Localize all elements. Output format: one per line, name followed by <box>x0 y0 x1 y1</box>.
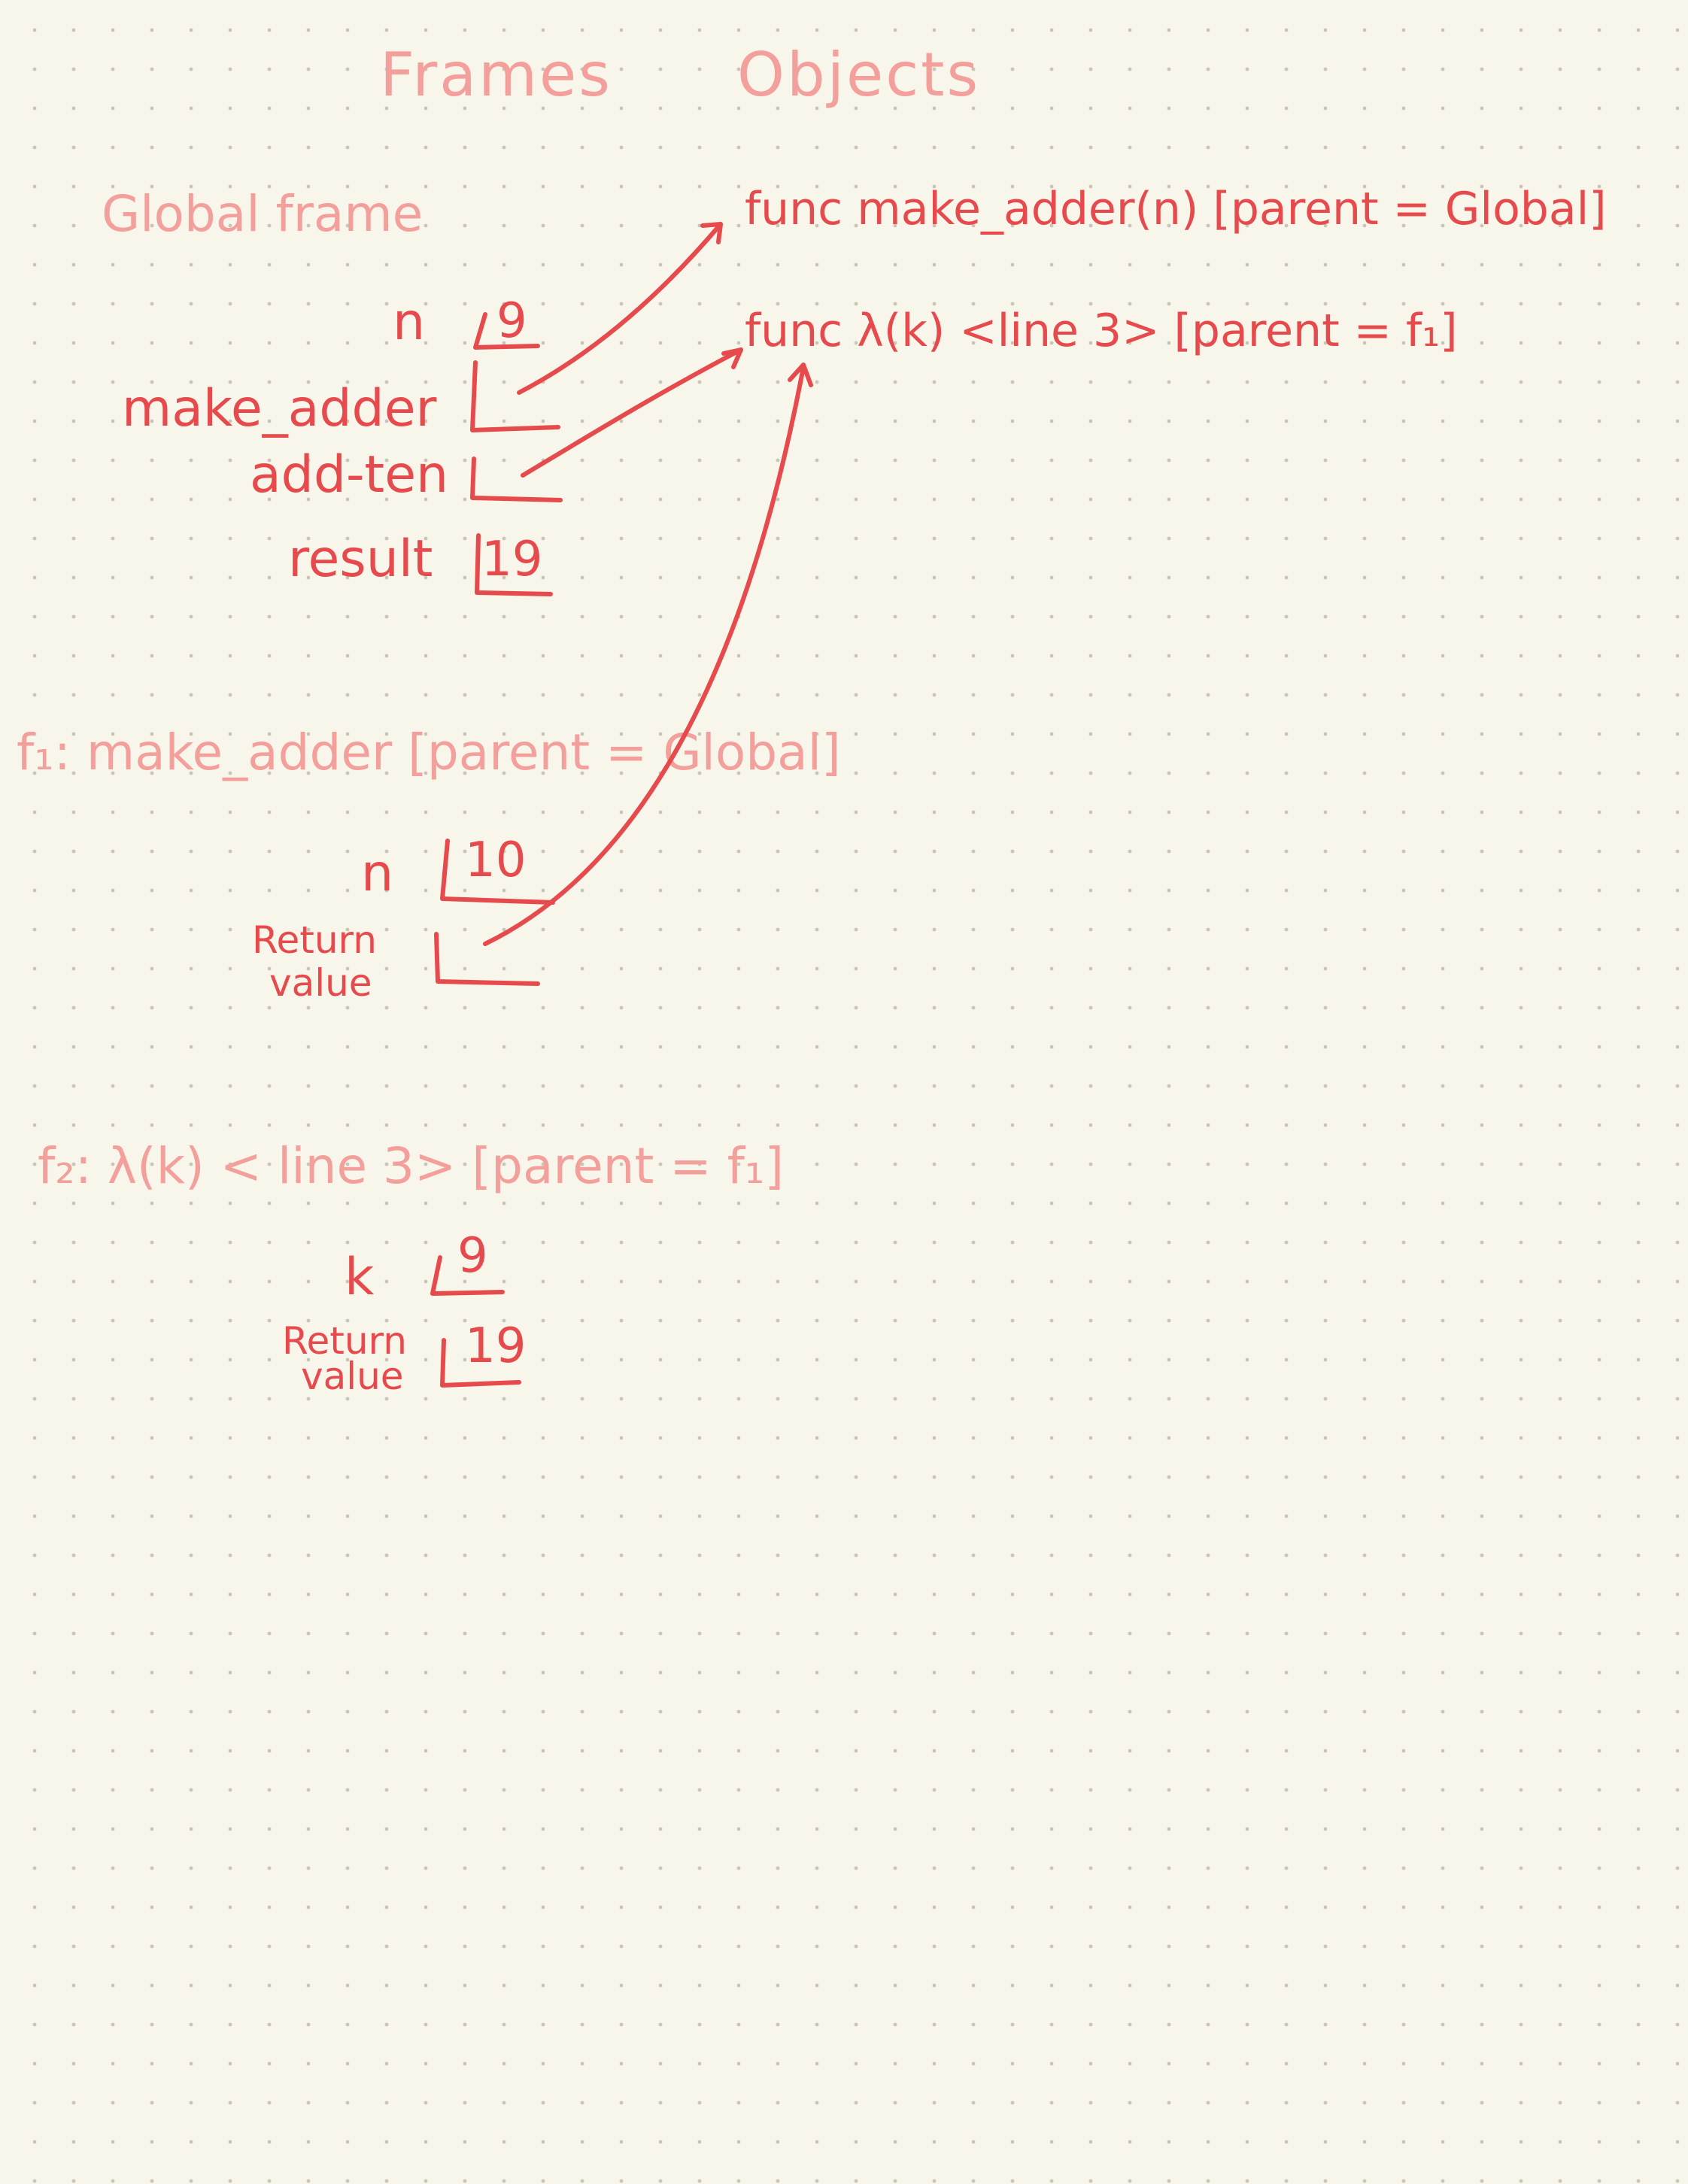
arrow-make-adder <box>517 222 723 395</box>
box-global-make-adder <box>470 360 560 432</box>
box-f1-n <box>440 839 555 905</box>
box-global-n <box>473 312 540 350</box>
box-f2-return <box>440 1338 521 1388</box>
box-global-result <box>475 533 553 596</box>
arrow-f1-return <box>483 365 806 946</box>
pointer-arrows <box>430 222 813 1388</box>
box-global-add-ten <box>470 457 563 502</box>
arrow-add-ten <box>521 347 743 478</box>
box-f2-k <box>430 1255 505 1296</box>
